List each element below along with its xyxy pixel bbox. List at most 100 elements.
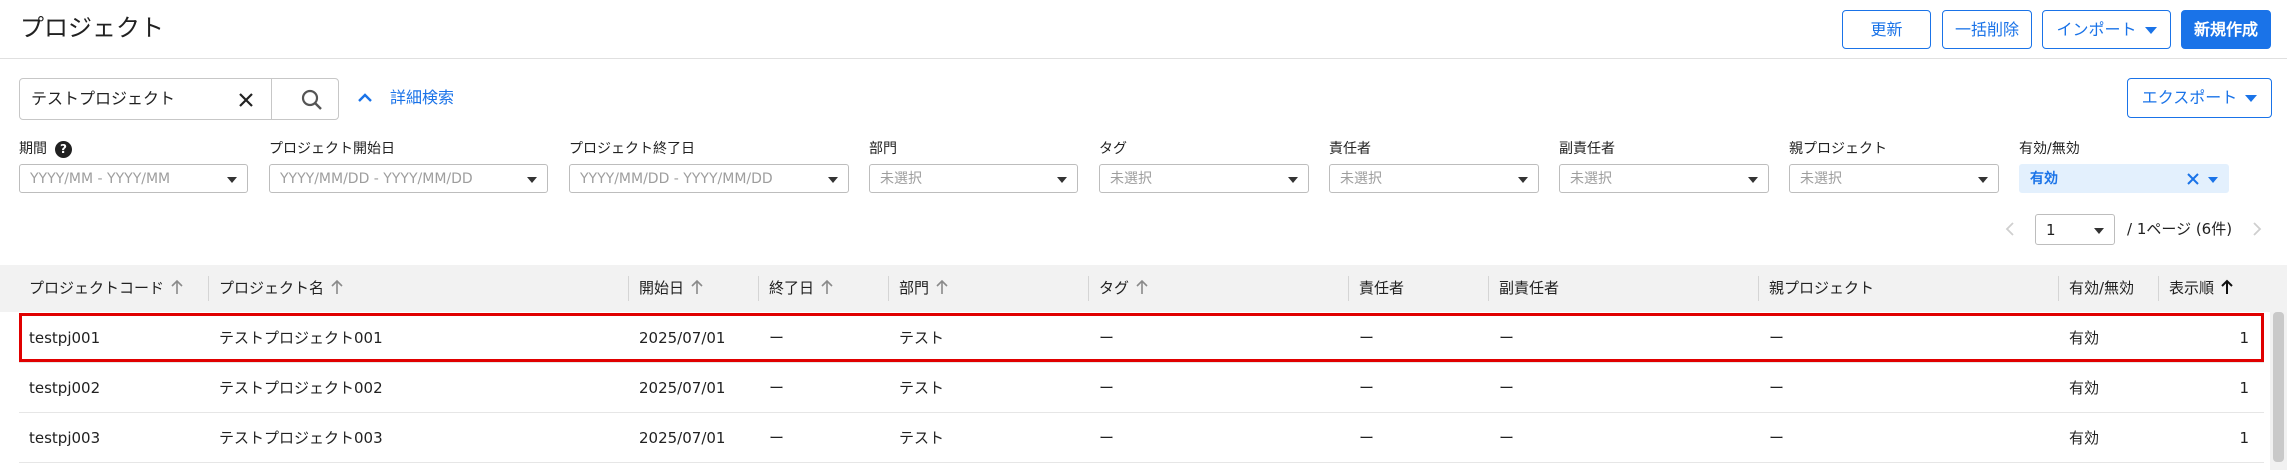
filter-status-select[interactable]: 有効 [2019,164,2229,193]
column-header-dept-label: 部門 [899,279,930,297]
filter-end-date-select[interactable]: YYYY/MM/DD - YYYY/MM/DD [569,164,849,193]
cell-name: テストプロジェクト003 [219,429,383,447]
close-icon[interactable] [236,90,256,110]
filter-status-chip: 有効 [2030,171,2058,187]
export-button[interactable]: エクスポート [2127,78,2272,118]
cell-code: testpj003 [29,429,101,447]
cell-status: 有効 [2069,329,2100,347]
filter-sub-owner-select[interactable]: 未選択 [1559,164,1769,193]
column-separator [2058,276,2059,301]
cell-start: 2025/07/01 [639,429,726,447]
column-separator [2158,276,2159,301]
filter-department-label: 部門 [869,141,897,157]
cell-status: 有効 [2069,379,2100,397]
page-select[interactable]: 1 [2035,214,2115,245]
filter-owner-placeholder: 未選択 [1340,171,1382,187]
chevron-down-icon [1288,177,1298,183]
export-button-label: エクスポート [2141,88,2238,107]
search-box[interactable]: テストプロジェクト [19,78,339,120]
column-separator [888,276,889,301]
cell-order: 1 [2239,429,2249,447]
chevron-left-icon[interactable] [2003,221,2017,237]
chevron-down-icon [227,177,237,183]
cell-end: ー [769,379,785,397]
cell-parent: ー [1769,379,1785,397]
column-header-order[interactable]: 表示順 [2169,265,2234,312]
search-input[interactable]: テストプロジェクト [31,89,175,109]
column-header-start-label: 開始日 [639,279,685,297]
column-header-order-label: 表示順 [2169,279,2215,297]
column-separator [1348,276,1349,301]
cell-parent: ー [1769,329,1785,347]
filter-status-label: 有効/無効 [2019,141,2080,157]
cell-order: 1 [2239,329,2249,347]
column-separator [1088,276,1089,301]
import-button[interactable]: インポート [2042,10,2171,49]
column-header-tag[interactable]: タグ [1099,265,1149,312]
column-header-start[interactable]: 開始日 [639,265,704,312]
cell-tag: ー [1099,329,1115,347]
cell-sub-owner: ー [1499,429,1515,447]
cell-code: testpj002 [29,379,101,397]
cell-start: 2025/07/01 [639,379,726,397]
filter-owner-select[interactable]: 未選択 [1329,164,1539,193]
chevron-down-icon [828,177,838,183]
filter-owner-label: 責任者 [1329,141,1371,157]
scrollbar-thumb[interactable] [2273,312,2284,462]
table-row[interactable]: testpj003 テストプロジェクト003 2025/07/01 ー テスト … [19,413,2264,463]
filter-start-date-placeholder: YYYY/MM/DD - YYYY/MM/DD [280,171,473,187]
cell-code: testpj001 [29,329,101,347]
create-new-button[interactable]: 新規作成 [2181,10,2271,49]
column-header-sub-owner[interactable]: 副責任者 [1499,265,1559,312]
filter-period-placeholder: YYYY/MM - YYYY/MM [30,171,171,187]
clear-icon[interactable] [2186,172,2200,186]
page: プロジェクト 更新 一括削除 インポート 新規作成 テストプロジェクト 詳細検索… [0,0,2287,470]
filter-tag-select[interactable]: 未選択 [1099,164,1309,193]
chevron-up-icon[interactable] [356,89,374,107]
column-header-end-label: 終了日 [769,279,815,297]
column-separator [758,276,759,301]
filter-department-select[interactable]: 未選択 [869,164,1078,193]
advanced-search-link[interactable]: 詳細検索 [390,88,454,108]
search-icon[interactable] [300,88,324,112]
column-header-parent[interactable]: 親プロジェクト [1769,265,1874,312]
sort-arrow-up-icon [691,279,703,294]
cell-parent: ー [1769,429,1785,447]
caret-down-icon [2144,27,2157,34]
chevron-down-icon [527,177,537,183]
filter-parent-select[interactable]: 未選択 [1789,164,1999,193]
filter-department-placeholder: 未選択 [880,171,922,187]
page-info: / 1ページ (6件) [2127,220,2233,238]
column-header-name[interactable]: プロジェクト名 [219,265,344,312]
help-icon[interactable]: ? [55,141,72,158]
cell-end: ー [769,329,785,347]
column-header-end[interactable]: 終了日 [769,265,834,312]
sort-arrow-up-icon [1136,279,1148,294]
column-header-dept[interactable]: 部門 [899,265,949,312]
column-header-code-label: プロジェクトコード [29,279,165,297]
cell-owner: ー [1359,329,1375,347]
column-header-status[interactable]: 有効/無効 [2069,265,2134,312]
column-separator [628,276,629,301]
filter-start-date-label: プロジェクト開始日 [269,141,395,157]
filter-parent-label: 親プロジェクト [1789,141,1887,157]
sort-arrow-up-icon [821,279,833,294]
filter-start-date-select[interactable]: YYYY/MM/DD - YYYY/MM/DD [269,164,548,193]
filter-period-select[interactable]: YYYY/MM - YYYY/MM [19,164,248,193]
page-select-value: 1 [2046,221,2056,239]
sort-arrow-up-icon [171,279,183,294]
cell-owner: ー [1359,379,1375,397]
refresh-button[interactable]: 更新 [1842,10,1931,49]
page-header: プロジェクト 更新 一括削除 インポート 新規作成 [0,0,2287,59]
sort-arrow-up-icon [936,279,948,294]
chevron-right-icon[interactable] [2250,221,2264,237]
column-header-owner[interactable]: 責任者 [1359,265,1404,312]
table-row[interactable]: testpj002 テストプロジェクト002 2025/07/01 ー テスト … [19,363,2264,413]
chevron-down-icon [2208,177,2218,183]
column-header-code[interactable]: プロジェクトコード [29,265,184,312]
cell-name: テストプロジェクト002 [219,379,383,397]
cell-tag: ー [1099,379,1115,397]
bulk-delete-button[interactable]: 一括削除 [1942,10,2032,49]
table-row[interactable]: testpj001 テストプロジェクト001 2025/07/01 ー テスト … [19,313,2264,363]
search-divider [271,79,272,119]
